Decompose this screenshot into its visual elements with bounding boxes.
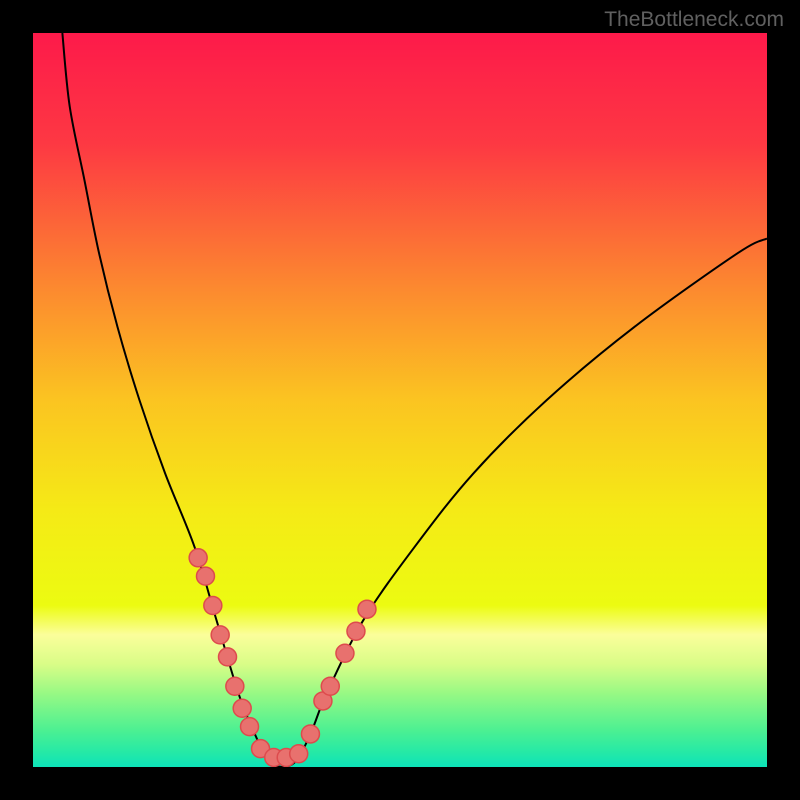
data-marker	[241, 718, 259, 736]
data-marker	[219, 648, 237, 666]
data-marker	[321, 677, 339, 695]
data-marker	[233, 699, 251, 717]
data-marker	[290, 745, 308, 763]
data-marker	[301, 725, 319, 743]
data-marker	[196, 567, 214, 585]
data-marker	[189, 549, 207, 567]
chart-container	[33, 33, 767, 767]
data-markers	[33, 33, 767, 767]
data-marker	[211, 626, 229, 644]
data-marker	[347, 622, 365, 640]
watermark-text: TheBottleneck.com	[604, 8, 784, 32]
data-marker	[336, 644, 354, 662]
data-marker	[358, 600, 376, 618]
data-marker	[204, 597, 222, 615]
data-marker	[226, 677, 244, 695]
